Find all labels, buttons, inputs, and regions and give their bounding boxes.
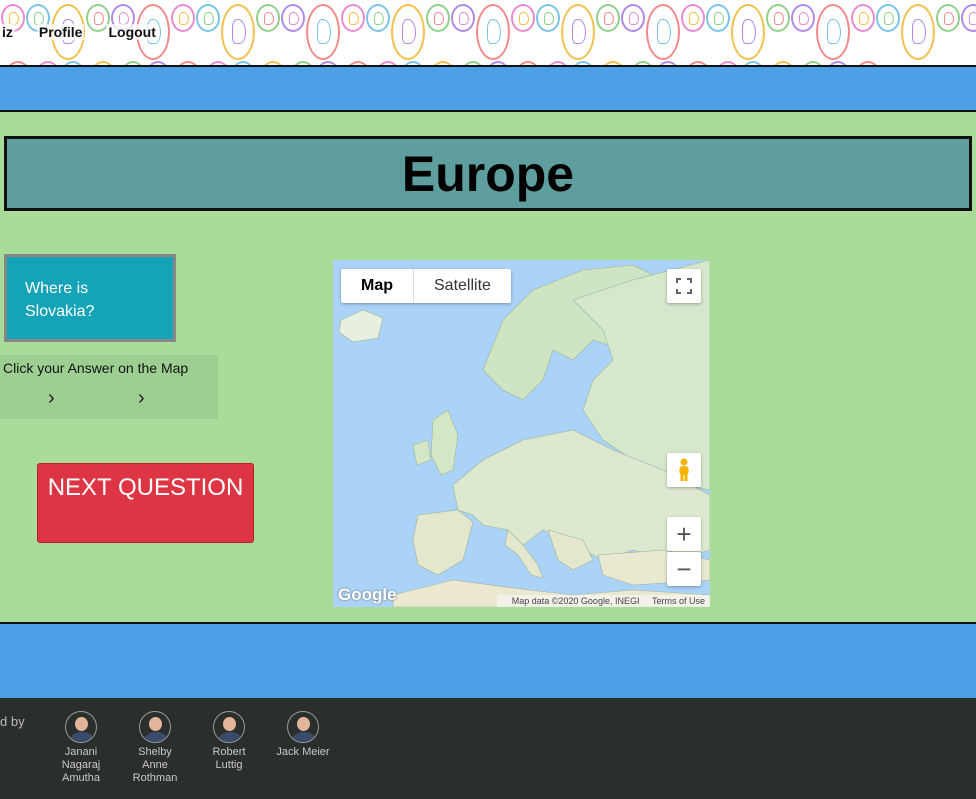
avatar [287, 711, 319, 743]
globe-icon [901, 4, 935, 60]
answer-map[interactable]: Map Satellite + − Google Map data ©2020 … [333, 260, 710, 607]
globe-icon [196, 4, 220, 32]
continent-title-box: Europe [4, 136, 972, 211]
creator-card: Janani Nagaraj Amutha [51, 711, 111, 785]
globe-icon [731, 4, 765, 60]
nav-quiz-link[interactable]: iz [0, 24, 15, 40]
nav-logout-link[interactable]: Logout [106, 24, 158, 40]
creator-name: Jack Meier [276, 746, 330, 758]
answer-panel: Click your Answer on the Map › › [0, 355, 218, 419]
quiz-main: Europe Where is Slovakia? Click your Ans… [0, 112, 976, 622]
globe-icon [391, 4, 425, 60]
creator-name: Shelby Anne Rothman [132, 746, 178, 784]
globe-icon [536, 4, 560, 32]
terms-of-use-link[interactable]: Terms of Use [652, 596, 705, 606]
map-type-toggle: Map Satellite [341, 269, 511, 303]
map-type-satellite-button[interactable]: Satellite [414, 269, 511, 303]
globe-icon [851, 4, 875, 32]
globe-icon [476, 4, 510, 60]
globe-icon [766, 4, 790, 32]
creator-card: Shelby Anne Rothman [125, 711, 185, 785]
site-header: iz Profile Logout [0, 0, 976, 67]
globe-icon [171, 4, 195, 32]
pegman-icon[interactable] [667, 453, 701, 487]
globe-icon [306, 4, 340, 60]
globe-icon [646, 4, 680, 60]
map-data-credit: Map data ©2020 Google, INEGI [511, 596, 640, 606]
globe-icon [876, 4, 900, 32]
globe-icon [221, 4, 255, 60]
avatar [139, 711, 171, 743]
next-question-button[interactable]: NEXT QUESTION [37, 463, 254, 543]
globe-icon [451, 4, 475, 32]
globe-icon [596, 4, 620, 32]
map-attribution: Map data ©2020 Google, INEGI Terms of Us… [496, 595, 710, 607]
creator-card: Jack Meier [273, 711, 333, 759]
globe-icon [681, 4, 705, 32]
chevron-right-icon[interactable]: › [138, 387, 145, 410]
europe-map-tiles[interactable] [333, 260, 710, 607]
globe-icon [961, 4, 976, 32]
fullscreen-icon[interactable] [667, 269, 701, 303]
globe-icon [621, 4, 645, 32]
bottom-blue-band [0, 622, 976, 698]
chevron-right-icon[interactable]: › [48, 387, 55, 410]
globe-icon [426, 4, 450, 32]
creator-card: Robert Luttig [199, 711, 259, 772]
globe-icon [256, 4, 280, 32]
avatar [65, 711, 97, 743]
site-footer: d by Janani Nagaraj Amutha Shelby Anne R… [0, 698, 976, 799]
globe-icon [561, 4, 595, 60]
google-logo: Google [338, 585, 397, 604]
globe-icon [706, 4, 730, 32]
creator-name: Janani Nagaraj Amutha [61, 746, 101, 784]
question-card: Where is Slovakia? [4, 254, 176, 342]
zoom-in-button[interactable]: + [667, 517, 701, 551]
creator-name: Robert Luttig [212, 746, 246, 771]
zoom-out-button[interactable]: − [667, 552, 701, 586]
continent-title: Europe [401, 145, 575, 202]
globe-icon [791, 4, 815, 32]
globe-icon [281, 4, 305, 32]
nav-profile-link[interactable]: Profile [36, 24, 85, 40]
globe-icon [936, 4, 960, 32]
answer-instruction: Click your Answer on the Map [3, 360, 189, 376]
globe-icon [341, 4, 365, 32]
made-by-label: d by [0, 714, 25, 729]
map-type-map-button[interactable]: Map [341, 269, 414, 303]
globe-icon [511, 4, 535, 32]
globe-icon [816, 4, 850, 60]
top-nav: iz Profile Logout [0, 24, 158, 40]
globe-icon [366, 4, 390, 32]
avatar [213, 711, 245, 743]
top-blue-band [0, 67, 976, 112]
